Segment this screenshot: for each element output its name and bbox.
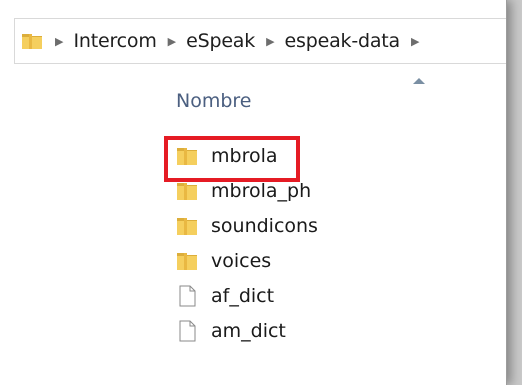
file-name: af_dict <box>211 284 275 307</box>
list-item-mbrola[interactable]: mbrola <box>174 138 318 173</box>
breadcrumb-espeak[interactable]: eSpeak <box>186 30 255 52</box>
file-name: voices <box>211 249 272 272</box>
column-header-name[interactable]: Nombre <box>176 90 252 112</box>
file-name: am_dict <box>211 319 286 342</box>
folder-icon <box>20 30 44 52</box>
list-item-soundicons[interactable]: soundicons <box>174 208 318 243</box>
folder-icon <box>174 144 200 168</box>
sort-ascending-icon <box>413 78 425 84</box>
chevron-right-icon[interactable]: ▶ <box>168 35 176 48</box>
file-explorer-window: ▶ Intercom ▶ eSpeak ▶ espeak-data ▶ Nomb… <box>0 0 507 385</box>
file-icon <box>174 284 200 308</box>
list-item-af-dict[interactable]: af_dict <box>174 278 318 313</box>
breadcrumb-espeak-data[interactable]: espeak-data <box>285 30 401 52</box>
chevron-right-icon[interactable]: ▶ <box>55 35 63 48</box>
address-bar[interactable]: ▶ Intercom ▶ eSpeak ▶ espeak-data ▶ <box>14 18 506 64</box>
file-name: mbrola <box>211 144 278 167</box>
file-list: mbrola mbrola_ph soundicons voices af_di… <box>174 138 318 348</box>
list-item-voices[interactable]: voices <box>174 243 318 278</box>
file-icon <box>174 319 200 343</box>
chevron-right-icon[interactable]: ▶ <box>266 35 274 48</box>
folder-icon <box>174 214 200 238</box>
breadcrumb-intercom[interactable]: Intercom <box>73 30 156 52</box>
folder-icon <box>174 179 200 203</box>
list-item-am-dict[interactable]: am_dict <box>174 313 318 348</box>
list-item-mbrola-ph[interactable]: mbrola_ph <box>174 173 318 208</box>
file-name: soundicons <box>211 214 318 237</box>
folder-icon <box>174 249 200 273</box>
file-name: mbrola_ph <box>211 179 312 202</box>
chevron-right-icon[interactable]: ▶ <box>411 35 419 48</box>
